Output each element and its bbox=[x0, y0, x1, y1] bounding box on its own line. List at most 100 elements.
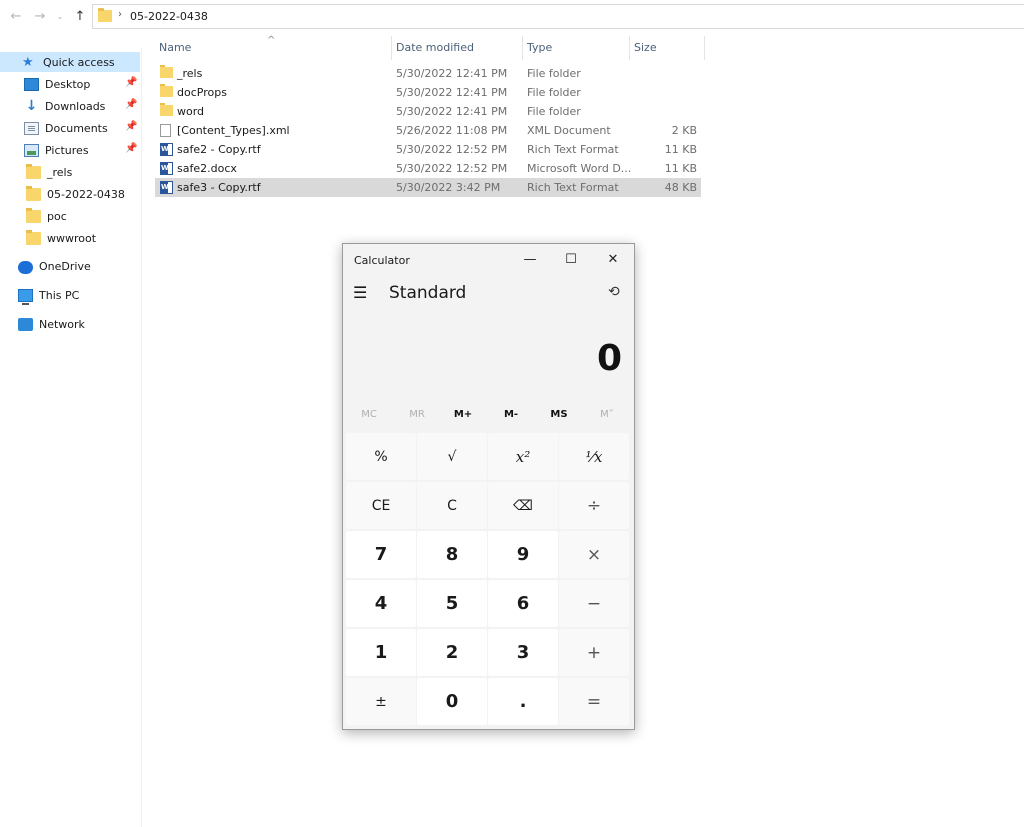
up-arrow-icon[interactable]: ↑ bbox=[72, 9, 88, 24]
memory-list-button[interactable]: M˅ bbox=[585, 409, 629, 420]
decimal-point-button[interactable]: . bbox=[488, 678, 558, 725]
maximize-button[interactable]: ☐ bbox=[560, 250, 582, 270]
file-row[interactable]: safe2 - Copy.rtf 5/30/2022 12:52 PM Rich… bbox=[155, 140, 701, 159]
reciprocal-button[interactable]: ⅟x bbox=[559, 433, 629, 480]
nav-item-desktop[interactable]: Desktop 📌 bbox=[0, 74, 140, 94]
file-date: 5/30/2022 12:41 PM bbox=[396, 105, 508, 118]
file-row-selected[interactable]: safe3 - Copy.rtf 5/30/2022 3:42 PM Rich … bbox=[155, 178, 701, 197]
minimize-button[interactable]: — bbox=[519, 250, 541, 270]
file-row[interactable]: word 5/30/2022 12:41 PM File folder bbox=[155, 102, 701, 121]
network-icon bbox=[18, 317, 33, 331]
column-header-size[interactable]: Size bbox=[630, 36, 705, 60]
calculator-window: Calculator — ☐ ✕ ☰ Standard ⟲ 0 MC MR M+… bbox=[342, 243, 635, 730]
file-date: 5/30/2022 3:42 PM bbox=[396, 181, 501, 194]
digit-9-button[interactable]: 9 bbox=[488, 531, 558, 578]
square-root-button[interactable]: √ bbox=[417, 433, 487, 480]
memory-recall-button[interactable]: MR bbox=[395, 409, 439, 420]
file-row[interactable]: [Content_Types].xml 5/26/2022 11:08 PM X… bbox=[155, 121, 701, 140]
digit-6-button[interactable]: 6 bbox=[488, 580, 558, 627]
history-icon[interactable]: ⟲ bbox=[608, 284, 620, 300]
nav-item-downloads[interactable]: ↓ Downloads 📌 bbox=[0, 96, 140, 116]
nav-item-label: OneDrive bbox=[39, 259, 91, 273]
digit-1-button[interactable]: 1 bbox=[346, 629, 416, 676]
multiply-button[interactable]: × bbox=[559, 531, 629, 578]
pin-icon: 📌 bbox=[125, 121, 138, 132]
column-header-date-modified[interactable]: Date modified bbox=[392, 36, 523, 60]
column-header-type[interactable]: Type bbox=[523, 36, 630, 60]
minus-button[interactable]: − bbox=[559, 580, 629, 627]
nav-item-label: 05-2022-0438 bbox=[47, 187, 125, 201]
square-button[interactable]: x² bbox=[488, 433, 558, 480]
xml-file-icon bbox=[160, 124, 171, 137]
nav-item-label: Desktop bbox=[45, 77, 91, 91]
percent-button[interactable]: % bbox=[346, 433, 416, 480]
breadcrumb-current-folder[interactable]: 05-2022-0438 bbox=[130, 10, 208, 23]
file-type: File folder bbox=[527, 105, 581, 118]
hamburger-menu-icon[interactable]: ☰ bbox=[353, 283, 367, 302]
nav-item-poc[interactable]: poc bbox=[0, 206, 140, 226]
forward-arrow-icon[interactable]: → bbox=[32, 9, 48, 24]
close-button[interactable]: ✕ bbox=[602, 250, 624, 270]
back-arrow-icon[interactable]: ← bbox=[8, 9, 24, 24]
address-path-box[interactable]: › 05-2022-0438 bbox=[92, 4, 1024, 29]
recent-locations-chevron-down-icon[interactable]: ⌄ bbox=[52, 12, 68, 21]
file-type: File folder bbox=[527, 67, 581, 80]
file-type: Rich Text Format bbox=[527, 143, 619, 156]
clear-button[interactable]: C bbox=[417, 482, 487, 529]
negate-button[interactable]: ± bbox=[346, 678, 416, 725]
folder-icon bbox=[160, 84, 173, 97]
file-name: safe3 - Copy.rtf bbox=[177, 181, 261, 194]
digit-8-button[interactable]: 8 bbox=[417, 531, 487, 578]
digit-4-button[interactable]: 4 bbox=[346, 580, 416, 627]
pin-icon: 📌 bbox=[125, 99, 138, 110]
word-file-icon bbox=[160, 162, 173, 175]
desktop-icon bbox=[24, 77, 39, 91]
breadcrumb-chevron-icon[interactable]: › bbox=[118, 9, 122, 20]
memory-add-button[interactable]: M+ bbox=[441, 409, 485, 420]
nav-item-05-2022-0438[interactable]: 05-2022-0438 bbox=[0, 184, 140, 204]
backspace-button[interactable]: ⌫ bbox=[488, 482, 558, 529]
digit-3-button[interactable]: 3 bbox=[488, 629, 558, 676]
file-size: 11 KB bbox=[664, 143, 697, 156]
nav-item-onedrive[interactable]: OneDrive bbox=[0, 256, 140, 276]
pin-icon: 📌 bbox=[125, 77, 138, 88]
file-type: XML Document bbox=[527, 124, 611, 137]
word-file-icon bbox=[160, 143, 173, 156]
cloud-icon bbox=[18, 260, 33, 274]
file-date: 5/30/2022 12:41 PM bbox=[396, 86, 508, 99]
pictures-icon bbox=[24, 143, 39, 157]
clear-entry-button[interactable]: CE bbox=[346, 482, 416, 529]
memory-clear-button[interactable]: MC bbox=[347, 409, 391, 420]
computer-icon bbox=[18, 288, 33, 305]
calculator-title: Calculator bbox=[354, 254, 410, 267]
equals-button[interactable]: = bbox=[559, 678, 629, 725]
file-row[interactable]: _rels 5/30/2022 12:41 PM File folder bbox=[155, 64, 701, 83]
file-type: File folder bbox=[527, 86, 581, 99]
memory-store-button[interactable]: MS bbox=[537, 409, 581, 420]
plus-button[interactable]: + bbox=[559, 629, 629, 676]
navigation-pane: ★ Quick access Desktop 📌 ↓ Downloads 📌 D… bbox=[0, 48, 142, 827]
nav-item-rels[interactable]: _rels bbox=[0, 162, 140, 182]
digit-2-button[interactable]: 2 bbox=[417, 629, 487, 676]
sort-ascending-caret-icon: ^ bbox=[267, 35, 276, 46]
digit-5-button[interactable]: 5 bbox=[417, 580, 487, 627]
nav-item-wwwroot[interactable]: wwwroot bbox=[0, 228, 140, 248]
divide-button[interactable]: ÷ bbox=[559, 482, 629, 529]
digit-0-button[interactable]: 0 bbox=[417, 678, 487, 725]
file-row[interactable]: safe2.docx 5/30/2022 12:52 PM Microsoft … bbox=[155, 159, 701, 178]
nav-item-this-pc[interactable]: This PC bbox=[0, 285, 140, 305]
digit-7-button[interactable]: 7 bbox=[346, 531, 416, 578]
folder-icon bbox=[26, 207, 41, 223]
nav-item-documents[interactable]: Documents 📌 bbox=[0, 118, 140, 138]
file-name: docProps bbox=[177, 86, 227, 99]
nav-item-label: Quick access bbox=[43, 55, 115, 69]
nav-item-network[interactable]: Network bbox=[0, 314, 140, 334]
file-size: 48 KB bbox=[664, 181, 697, 194]
nav-item-pictures[interactable]: Pictures 📌 bbox=[0, 140, 140, 160]
nav-item-quick-access[interactable]: ★ Quick access bbox=[0, 52, 140, 72]
column-header-name[interactable]: ^ Name bbox=[155, 35, 392, 60]
memory-subtract-button[interactable]: M- bbox=[489, 409, 533, 420]
nav-item-label: Documents bbox=[45, 121, 108, 135]
file-row[interactable]: docProps 5/30/2022 12:41 PM File folder bbox=[155, 83, 701, 102]
nav-item-label: _rels bbox=[47, 165, 73, 179]
